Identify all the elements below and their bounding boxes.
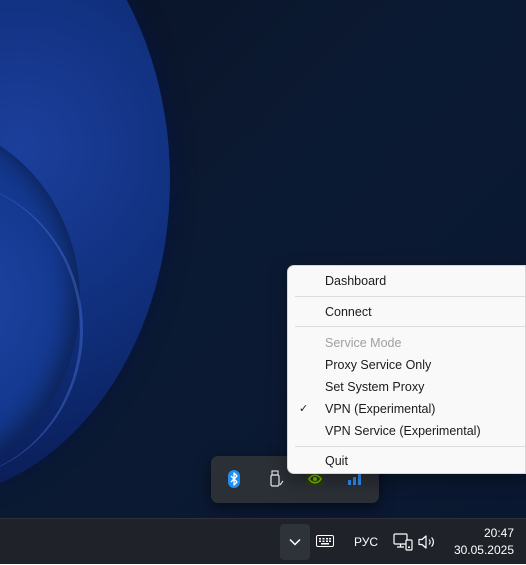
menu-item-connect[interactable]: Connect <box>288 301 525 323</box>
bluetooth-icon[interactable] <box>221 466 247 492</box>
menu-item-dashboard[interactable]: Dashboard <box>288 270 525 292</box>
menu-separator <box>295 296 525 297</box>
tray-context-menu: Dashboard Connect Service Mode Proxy Ser… <box>287 265 526 474</box>
menu-separator <box>295 446 525 447</box>
usb-device-icon[interactable] <box>263 466 289 492</box>
input-language-indicator[interactable]: РУС <box>350 519 382 565</box>
menu-item-set-system-proxy[interactable]: Set System Proxy <box>288 376 525 398</box>
chevron-down-icon <box>289 538 301 546</box>
keyboard-icon[interactable] <box>316 534 334 548</box>
menu-item-proxy-service-only[interactable]: Proxy Service Only <box>288 354 525 376</box>
show-hidden-icons-button[interactable] <box>280 524 310 560</box>
menu-item-vpn-service-experimental[interactable]: VPN Service (Experimental) <box>288 420 525 442</box>
clock-time: 20:47 <box>483 526 514 540</box>
menu-separator <box>295 326 525 327</box>
menu-item-service-mode: Service Mode <box>325 336 402 350</box>
clock-date: 30.05.2025 <box>453 543 514 557</box>
menu-item-vpn-experimental-row[interactable]: ✓ VPN (Experimental) <box>288 398 525 420</box>
volume-icon[interactable] <box>417 533 437 551</box>
ethernet-network-icon[interactable] <box>393 533 413 551</box>
menu-item-quit[interactable]: Quit <box>288 450 525 472</box>
taskbar-clock[interactable]: 20:47 30.05.2025 <box>444 525 514 559</box>
menu-item-vpn-experimental[interactable]: VPN (Experimental) <box>288 398 525 420</box>
taskbar: РУС 20:47 30.05.2025 <box>0 518 526 564</box>
